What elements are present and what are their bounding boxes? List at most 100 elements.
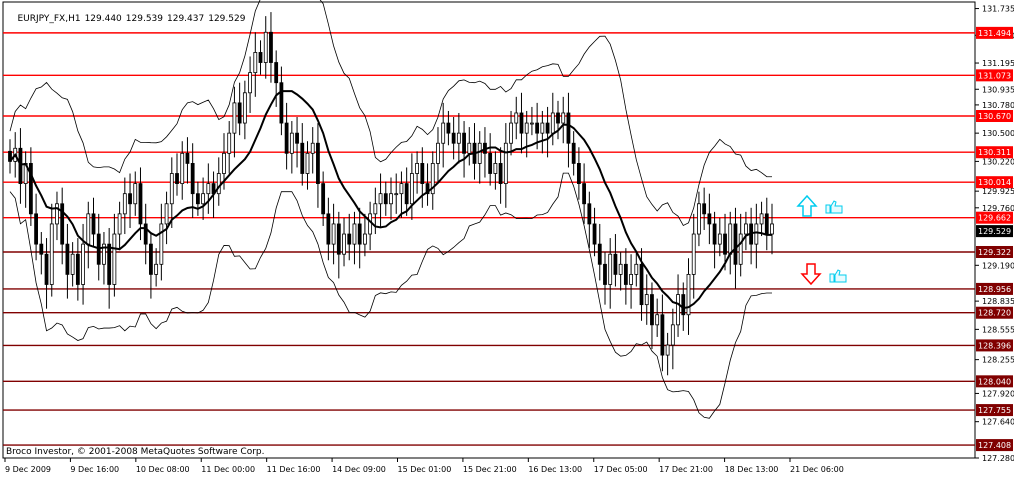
y-tick-label: 129.760: [982, 204, 1014, 213]
candle-body: [618, 263, 623, 275]
x-tick-label: 14 Dec 09:00: [332, 465, 386, 474]
candle-body: [660, 314, 665, 356]
candle-body: [342, 233, 346, 255]
candle-body: [128, 193, 132, 205]
candle-body: [112, 233, 117, 285]
candle-body: [603, 263, 607, 285]
candle-body: [216, 173, 221, 195]
candle-body: [754, 223, 759, 245]
candle-body: [107, 243, 112, 285]
candle-body: [409, 173, 414, 205]
candle-body: [378, 193, 383, 205]
candle-body: [451, 132, 456, 144]
y-tick-label: 130.935: [982, 85, 1014, 94]
x-tick-label: 17 Dec 05:00: [594, 465, 648, 474]
candle-body: [258, 52, 263, 63]
level-label: 128.040: [978, 377, 1011, 386]
candle-body: [284, 122, 289, 154]
candle-body: [744, 223, 748, 235]
x-tick-label: 10 Dec 08:00: [136, 465, 190, 474]
candle-body: [441, 122, 446, 144]
candle-body: [493, 163, 498, 174]
candle-body: [420, 163, 425, 184]
candle-body: [556, 112, 560, 124]
candle-body: [764, 213, 769, 235]
level-label: 127.755: [978, 406, 1011, 415]
candle-body: [530, 122, 534, 125]
candle-body: [175, 173, 179, 184]
candle-body: [613, 253, 618, 275]
candle-body: [55, 203, 59, 225]
price-chart[interactable]: 131.735131.470131.195130.935130.780130.5…: [0, 0, 1014, 479]
x-tick-label: 15 Dec 21:00: [463, 465, 517, 474]
candle-body: [138, 183, 143, 225]
candle-body: [65, 243, 70, 275]
level-label: 130.670: [978, 112, 1011, 121]
thumbs-up-icon: [825, 200, 843, 214]
candle-body: [373, 203, 378, 215]
candle-body: [154, 263, 159, 275]
candle-body: [723, 233, 727, 255]
candle-body: [456, 132, 461, 144]
chart-header: EURJPY_FX,H1 129.440 129.539 129.437 129.529: [6, 4, 249, 34]
candle-body: [404, 183, 409, 205]
high-value: 129.539: [125, 14, 163, 24]
candle-body: [462, 132, 466, 154]
candle-body: [650, 294, 654, 326]
candle-body: [738, 233, 743, 265]
candle-body: [383, 193, 388, 205]
candle-body: [524, 122, 529, 134]
candle-body: [149, 243, 153, 275]
candle-body: [728, 223, 733, 255]
candle-body: [702, 203, 707, 215]
candle-body: [18, 147, 23, 184]
candle-body: [253, 52, 258, 74]
candle-body: [686, 273, 691, 316]
candle-body: [185, 152, 190, 164]
level-label: 130.311: [978, 148, 1011, 157]
candle-body: [227, 132, 232, 154]
candle-body: [122, 193, 127, 215]
candle-body: [274, 62, 279, 84]
candle-body: [587, 203, 592, 225]
candle-body: [206, 183, 211, 195]
candle-body: [629, 273, 633, 285]
candle-body: [446, 122, 451, 134]
y-tick-label: 130.780: [982, 101, 1014, 110]
candle-body: [389, 193, 393, 205]
y-tick-label: 127.640: [982, 418, 1014, 427]
candle-body: [712, 223, 717, 245]
candle-body: [545, 122, 550, 134]
level-label: 129.662: [978, 214, 1011, 223]
candle-body: [566, 112, 571, 144]
candle-body: [86, 213, 91, 245]
level-label: 131.494: [978, 29, 1011, 38]
candle-body: [39, 243, 44, 255]
candle-body: [363, 233, 367, 245]
candle-body: [634, 263, 639, 275]
candle-body: [75, 253, 80, 285]
candle-body: [608, 253, 613, 285]
candle-body: [143, 223, 148, 245]
candle-body: [535, 122, 540, 134]
open-value: 129.440: [84, 14, 122, 24]
symbol-label: EURJPY_FX,H1: [17, 14, 81, 24]
candle-body: [488, 152, 493, 174]
candle-body: [733, 223, 738, 265]
candle-body: [514, 112, 519, 124]
candle-body: [117, 213, 122, 235]
y-tick-label: 128.255: [982, 356, 1014, 365]
candle-body: [644, 294, 649, 306]
x-tick-label: 15 Dec 01:00: [398, 465, 452, 474]
y-tick-label: 131.735: [982, 5, 1014, 14]
candle-body: [133, 183, 138, 205]
candle-body: [289, 132, 294, 154]
candle-body: [707, 213, 712, 225]
x-tick-label: 11 Dec 16:00: [267, 465, 321, 474]
y-tick-label: 129.925: [982, 187, 1014, 196]
level-label: 128.956: [978, 285, 1011, 294]
candle-body: [509, 122, 513, 144]
y-tick-label: 127.280: [982, 454, 1014, 463]
candle-body: [263, 31, 268, 63]
candle-body: [467, 142, 472, 154]
